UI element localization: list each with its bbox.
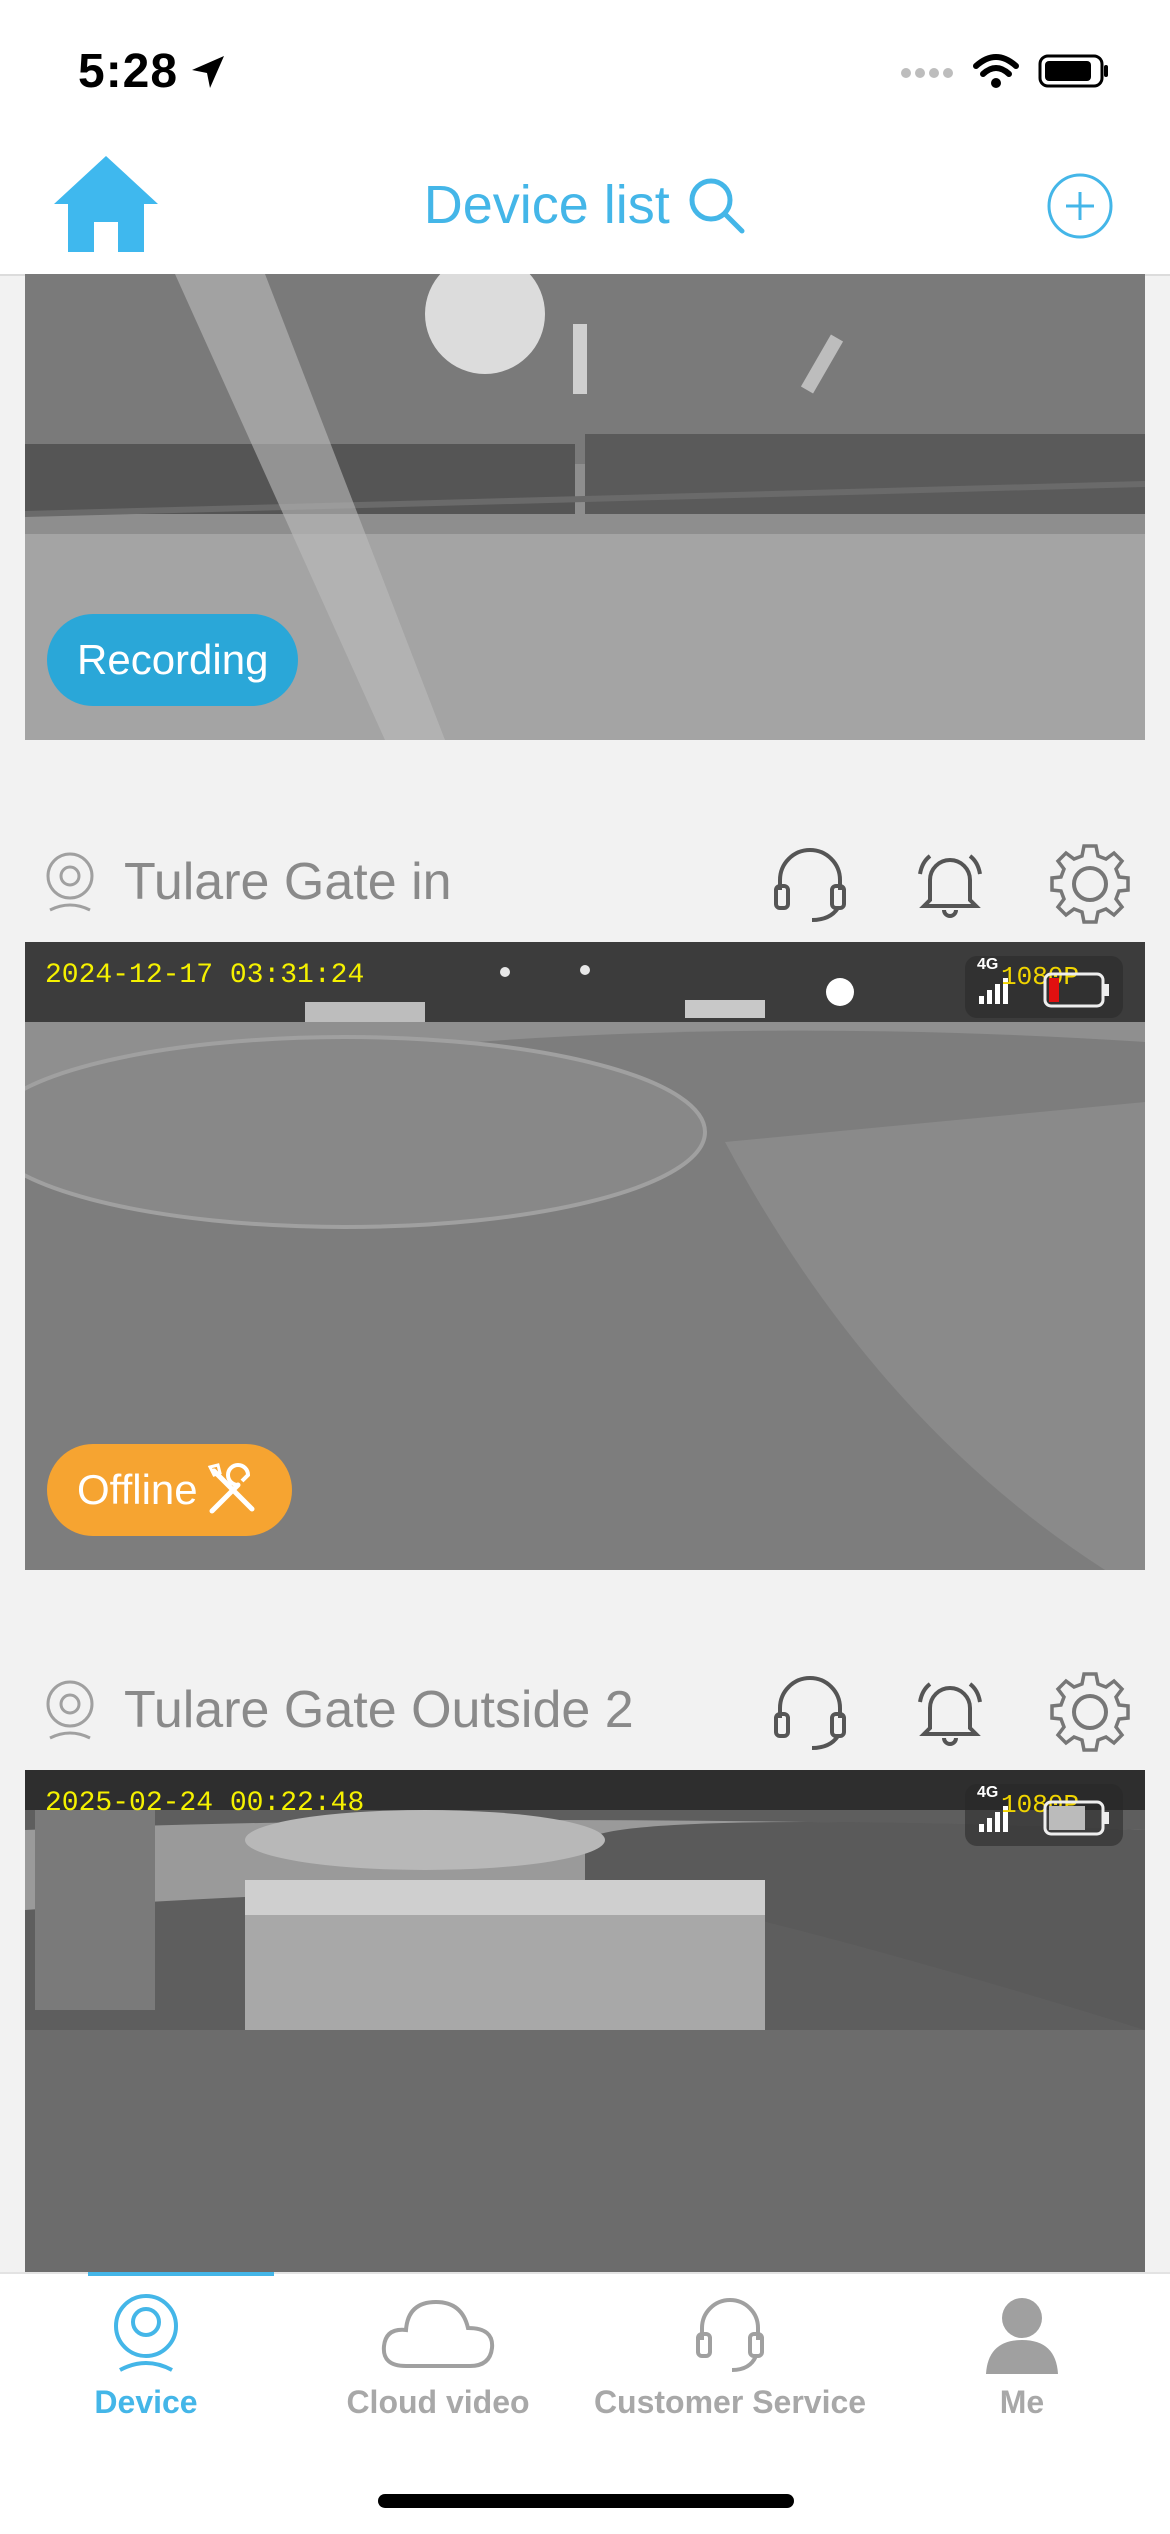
device-list[interactable]: Recording Tulare Gate in 2024-12-17 03:3…: [0, 274, 1170, 2272]
network-type: 4G: [977, 1784, 999, 1801]
recording-badge: Recording: [47, 614, 299, 706]
device-row: Tulare Gate Outside 2: [0, 1650, 1170, 1770]
cellular-signal-icon: [901, 68, 953, 78]
battery-icon: [1043, 1800, 1109, 1836]
search-icon[interactable]: [686, 175, 746, 235]
title-area: Device list: [0, 174, 1170, 236]
feed-status-overlay: 4G 1080P: [965, 956, 1123, 1018]
camera-icon: [46, 1680, 94, 1740]
add-device-button[interactable]: [1046, 172, 1114, 240]
battery-low-icon: [1043, 972, 1109, 1008]
home-indicator: [378, 2494, 794, 2508]
offline-label: Offline: [77, 1466, 198, 1513]
device-row: Tulare Gate in: [0, 822, 1170, 942]
camera-feed-1[interactable]: Recording: [25, 274, 1145, 740]
tab-customer-service[interactable]: Customer Service: [584, 2288, 876, 2438]
tab-cloud-video[interactable]: Cloud video: [292, 2288, 584, 2438]
feed-timestamp: 2025-02-24 00:22:48: [45, 1788, 365, 1819]
alarm-bell-icon[interactable]: [910, 844, 990, 924]
tab-me[interactable]: Me: [876, 2288, 1168, 2438]
camera-icon: [46, 852, 94, 912]
wifi-icon: [973, 54, 1019, 88]
offline-badge[interactable]: Offline: [47, 1444, 292, 1536]
headset-icon[interactable]: [770, 1672, 850, 1752]
alarm-bell-icon[interactable]: [910, 1672, 990, 1752]
camera-feed-3[interactable]: 2025-02-24 00:22:48 4G 1080P: [25, 1770, 1145, 2272]
feed-timestamp: 2024-12-17 03:31:24: [45, 960, 365, 991]
headset-icon: [696, 2298, 764, 2372]
page-title: Device list: [423, 175, 670, 235]
user-avatar-icon: [986, 2298, 1058, 2374]
feed-status-overlay: 4G 1080P: [965, 1784, 1123, 1846]
device-name: Tulare Gate in: [124, 853, 452, 911]
status-indicators: [900, 52, 1110, 90]
headset-icon[interactable]: [770, 844, 850, 924]
cloud-icon: [381, 2299, 495, 2368]
device-camera-icon: [114, 2294, 178, 2372]
tab-label: Customer Service: [593, 2384, 867, 2420]
battery-icon: [1038, 54, 1108, 88]
repair-tools-icon: [207, 1463, 255, 1514]
settings-gear-icon[interactable]: [1046, 1668, 1134, 1756]
tab-label: Device: [94, 2384, 198, 2420]
active-tab-indicator: [88, 2272, 274, 2276]
app-header: Device list: [0, 140, 1170, 276]
tab-label: Me: [999, 2384, 1045, 2420]
camera-feed-2[interactable]: 2024-12-17 03:31:24 4G 1080P Offline: [25, 942, 1145, 1570]
tab-label: Cloud video: [346, 2384, 530, 2420]
device-name: Tulare Gate Outside 2: [124, 1681, 634, 1739]
status-time: 5:28: [78, 45, 179, 98]
settings-gear-icon[interactable]: [1046, 840, 1134, 928]
status-bar: 5:28: [0, 0, 1170, 140]
tab-device[interactable]: Device: [0, 2288, 292, 2438]
location-arrow-icon: [192, 56, 224, 88]
network-type: 4G: [977, 956, 999, 973]
